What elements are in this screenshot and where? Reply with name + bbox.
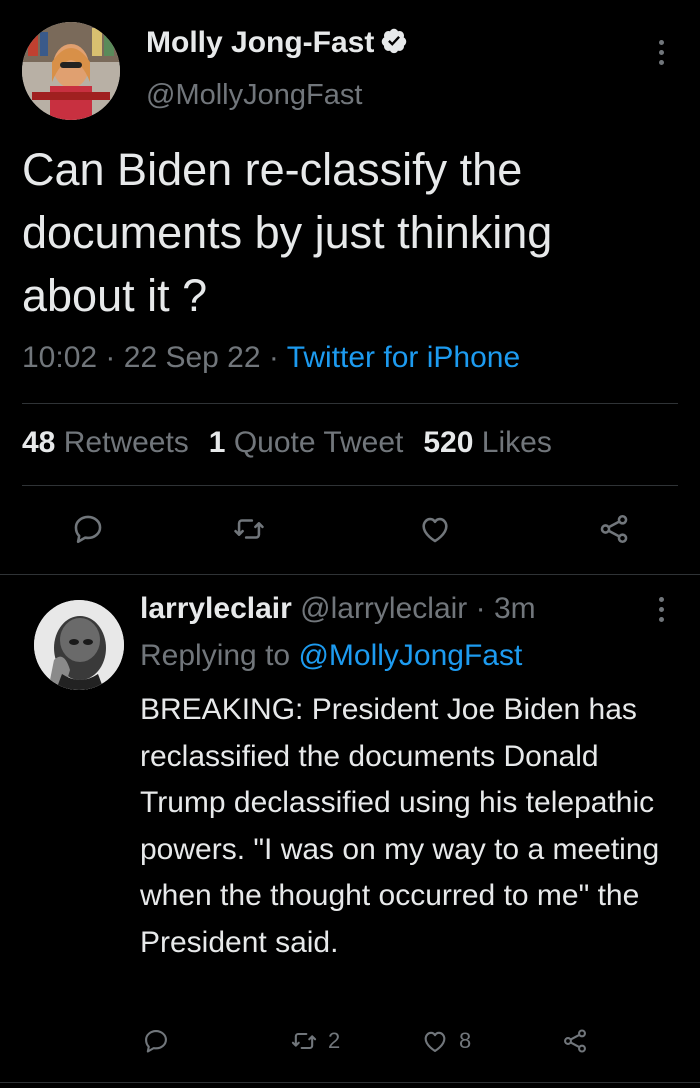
reply-header: larryleclair @larryleclair · 3m — [140, 592, 536, 626]
reply-author-name[interactable]: larryleclair — [140, 592, 292, 625]
retweets-label: Retweets — [63, 426, 189, 459]
reply-author-avatar[interactable] — [34, 600, 124, 690]
divider — [22, 403, 678, 404]
quotes-label: Quote Tweet — [233, 426, 404, 459]
tweet-time[interactable]: 10:02 — [22, 341, 97, 374]
separator-dot: · — [475, 592, 486, 625]
separator-dot: · — [105, 341, 116, 374]
author-name-text: Molly Jong-Fast — [146, 26, 375, 59]
likes-label: Likes — [481, 426, 552, 459]
section-separator — [0, 574, 700, 575]
retweets-count: 48 — [22, 426, 56, 459]
section-separator — [0, 1082, 700, 1083]
reply-icon — [145, 1030, 167, 1053]
reply-retweet-button[interactable]: 2 — [290, 1027, 340, 1055]
author-name[interactable]: Molly Jong-Fast — [146, 26, 408, 63]
quotes-stat[interactable]: 1 Quote Tweet — [209, 426, 404, 459]
reply-retweet-count: 2 — [328, 1028, 341, 1053]
tweet-source-link[interactable]: Twitter for iPhone — [287, 341, 520, 374]
author-handle[interactable]: @MollyJongFast — [146, 79, 362, 112]
tweet-text: Can Biden re-classify the documents by j… — [22, 144, 553, 321]
separator-dot: · — [268, 341, 279, 374]
likes-count: 520 — [423, 426, 474, 459]
divider — [22, 485, 678, 486]
reply-like-count: 8 — [459, 1028, 472, 1053]
reply-like-button[interactable]: 8 — [421, 1027, 471, 1055]
tweet-meta: 10:02 · 22 Sep 22 · Twitter for iPhone — [22, 341, 520, 375]
like-icon — [424, 1031, 446, 1052]
reply-author-avatar-image — [34, 600, 124, 690]
reply-author-handle[interactable]: @larryleclair — [300, 592, 467, 625]
share-icon — [564, 1029, 586, 1053]
replying-to: Replying to @MollyJongFast — [140, 639, 522, 673]
retweet-icon[interactable] — [229, 509, 269, 549]
like-icon[interactable] — [415, 509, 455, 549]
reply-reply-button[interactable] — [142, 1027, 170, 1055]
reply-time[interactable]: 3m — [494, 592, 536, 625]
author-avatar[interactable] — [22, 22, 120, 120]
tweet-stats: 48 Retweets 1 Quote Tweet 520 Likes — [22, 426, 552, 460]
likes-stat[interactable]: 520 Likes — [423, 426, 551, 459]
quotes-count: 1 — [208, 426, 226, 459]
share-icon[interactable] — [594, 509, 634, 549]
retweets-stat[interactable]: 48 Retweets — [22, 426, 189, 459]
replying-to-label: Replying to — [140, 639, 291, 672]
reply-icon[interactable] — [68, 509, 108, 549]
verified-badge-icon — [380, 27, 408, 63]
author-avatar-image — [22, 22, 120, 120]
reply-more-options-icon[interactable] — [655, 597, 667, 622]
reply-share-button[interactable] — [561, 1027, 589, 1055]
tweet-date[interactable]: 22 Sep 22 — [124, 341, 261, 374]
replying-to-handle[interactable]: @MollyJongFast — [298, 639, 522, 672]
retweet-icon — [291, 1032, 317, 1050]
reply-text: BREAKING: President Joe Biden has reclas… — [140, 693, 660, 959]
more-options-icon[interactable] — [655, 40, 667, 65]
